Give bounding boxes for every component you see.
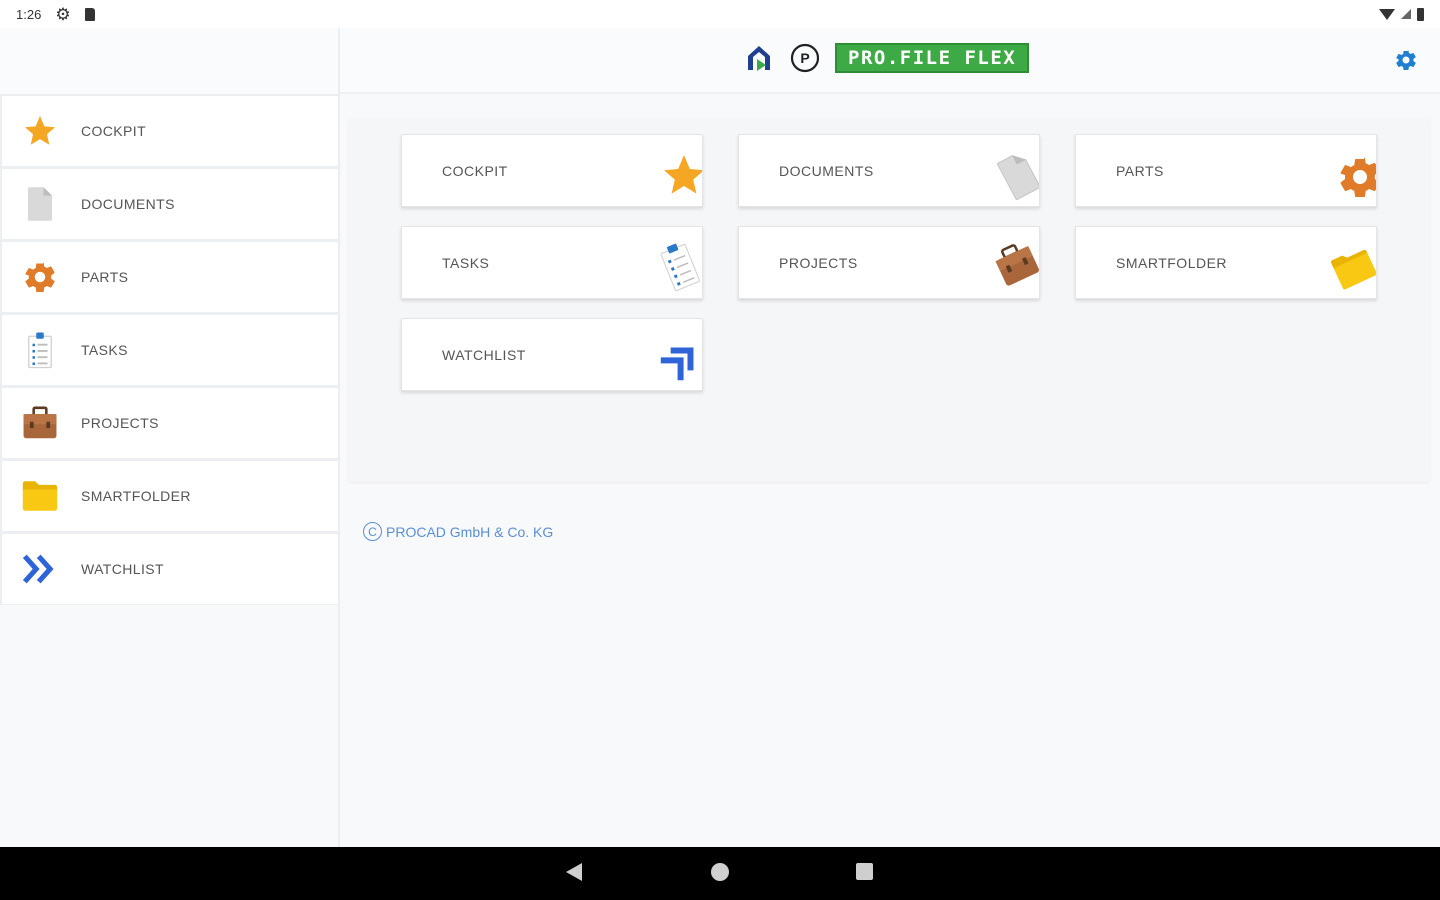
briefcase-icon [995, 244, 1039, 286]
folder-icon [1330, 249, 1376, 290]
gear-icon [20, 257, 60, 297]
sidebar-item-label: PROJECTS [81, 415, 159, 431]
tile-parts[interactable]: PARTS [1075, 134, 1377, 207]
sidebar: COCKPIT DOCUMENTS PARTS TASKS PROJECTS S… [0, 28, 340, 847]
tile-smartfolder[interactable]: SMARTFOLDER [1075, 226, 1377, 299]
sidebar-item-label: WATCHLIST [81, 561, 164, 577]
wifi-icon [1379, 8, 1395, 20]
procad-house-icon [748, 46, 770, 71]
tile-tasks[interactable]: TASKS [401, 226, 703, 299]
app-header: P PRO.FILE FLEX [340, 28, 1440, 94]
clipboard-icon [20, 330, 60, 370]
clipboard-icon [660, 243, 701, 292]
tile-label: WATCHLIST [442, 346, 526, 363]
back-button[interactable] [566, 863, 582, 881]
sidebar-item-cockpit[interactable]: COCKPIT [0, 94, 338, 167]
briefcase-icon [20, 403, 60, 443]
sidebar-header [0, 28, 338, 94]
document-icon [997, 155, 1039, 201]
star-icon [664, 155, 702, 194]
sidebar-item-label: TASKS [81, 342, 128, 358]
tile-label: PARTS [1116, 162, 1164, 179]
sidebar-item-label: COCKPIT [81, 123, 147, 139]
sidebar-item-label: PARTS [81, 269, 129, 285]
copyright-text: PROCAD GmbH & Co. KG [386, 523, 554, 540]
tile-label: DOCUMENTS [779, 162, 874, 179]
sidebar-item-smartfolder[interactable]: SMARTFOLDER [0, 459, 338, 532]
brand-logo: P PRO.FILE FLEX [743, 42, 1030, 74]
tile-label: SMARTFOLDER [1116, 254, 1228, 271]
folder-icon [20, 476, 60, 516]
home-button[interactable] [711, 863, 729, 881]
sidebar-item-watchlist[interactable]: WATCHLIST [0, 532, 338, 605]
sd-card-icon [84, 7, 95, 21]
double-chevron-icon [660, 347, 694, 381]
app-title: PRO.FILE FLEX [835, 43, 1030, 73]
status-time: 1:26 [16, 6, 42, 22]
tile-projects[interactable]: PROJECTS [738, 226, 1040, 299]
document-icon [20, 184, 60, 224]
tile-documents[interactable]: DOCUMENTS [738, 134, 1040, 207]
copyright-icon: C [363, 522, 382, 541]
signal-icon [1401, 9, 1411, 19]
tile-label: TASKS [442, 254, 490, 271]
gear-icon [1340, 157, 1376, 198]
status-bar: 1:26 ⚙ [0, 0, 1440, 28]
settings-notification-icon: ⚙ [55, 4, 71, 24]
double-chevron-icon [20, 549, 60, 589]
sidebar-item-parts[interactable]: PARTS [0, 240, 338, 313]
sidebar-item-projects[interactable]: PROJECTS [0, 386, 338, 459]
svg-text:P: P [800, 50, 809, 66]
system-navigation-bar [0, 847, 1440, 900]
tile-label: PROJECTS [779, 254, 858, 271]
tile-label: COCKPIT [442, 162, 508, 179]
sidebar-item-tasks[interactable]: TASKS [0, 313, 338, 386]
tile-watchlist[interactable]: WATCHLIST [401, 318, 703, 391]
recent-apps-button[interactable] [856, 863, 873, 880]
dashboard-panel: COCKPIT DOCUMENTS PARTS TASKS PROJECTS S… [348, 118, 1430, 482]
star-icon [20, 111, 60, 151]
battery-icon [1417, 7, 1424, 21]
sidebar-item-documents[interactable]: DOCUMENTS [0, 167, 338, 240]
copyright-notice: C PROCAD GmbH & Co. KG [363, 522, 553, 541]
profile-p-icon: P [790, 43, 820, 73]
sidebar-item-label: SMARTFOLDER [81, 488, 191, 504]
sidebar-item-label: DOCUMENTS [81, 196, 175, 212]
tile-cockpit[interactable]: COCKPIT [401, 134, 703, 207]
settings-gear-icon[interactable] [1394, 48, 1418, 72]
